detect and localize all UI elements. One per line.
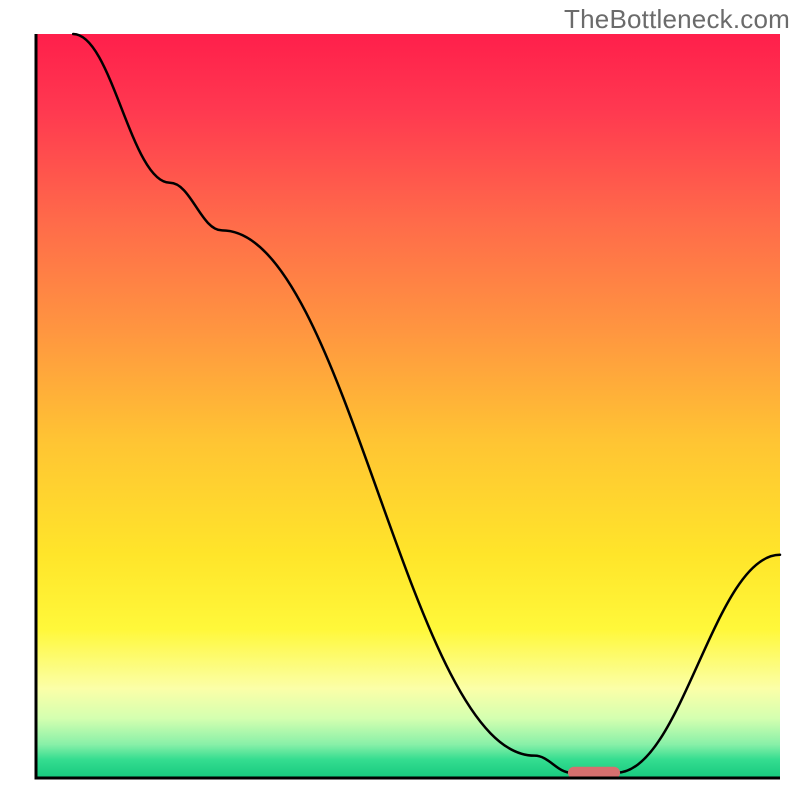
watermark-text: TheBottleneck.com: [564, 4, 790, 35]
chart-canvas: TheBottleneck.com: [0, 0, 800, 800]
bottleneck-chart: [0, 0, 800, 800]
plot-background: [36, 34, 780, 778]
